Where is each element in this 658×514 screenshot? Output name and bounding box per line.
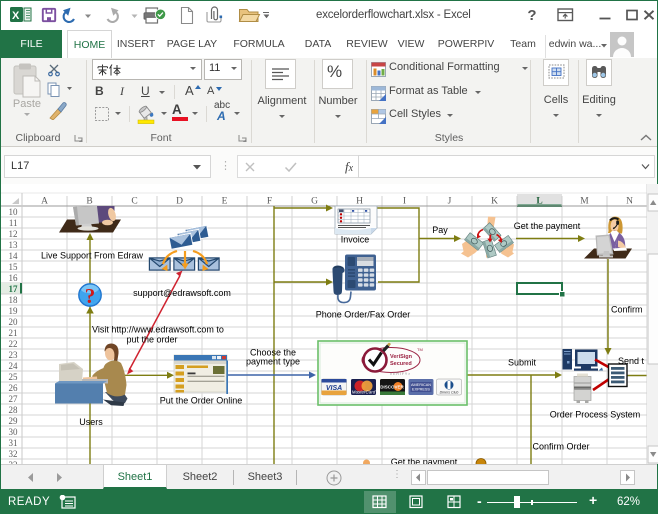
svg-text:TM: TM bbox=[417, 347, 423, 352]
svg-text:Send t: Send t bbox=[618, 356, 645, 366]
svg-text:Confirm: Confirm bbox=[611, 305, 643, 315]
svg-text:X: X bbox=[12, 10, 20, 22]
svg-text:C: C bbox=[131, 197, 137, 207]
svg-text:MasterCard: MasterCard bbox=[352, 390, 376, 395]
svg-text:support@edrawsoft.com: support@edrawsoft.com bbox=[133, 288, 231, 298]
svg-text:D: D bbox=[176, 197, 183, 207]
svg-text:31: 31 bbox=[9, 438, 18, 448]
svg-text:I: I bbox=[403, 197, 406, 207]
svg-text:Get the payment: Get the payment bbox=[391, 457, 458, 464]
svg-text:put the order: put the order bbox=[126, 335, 177, 345]
svg-text:12: 12 bbox=[9, 229, 18, 239]
svg-text:EXPRESS: EXPRESS bbox=[412, 388, 430, 392]
svg-text:26: 26 bbox=[9, 383, 19, 393]
svg-text:Confirm Order: Confirm Order bbox=[532, 442, 589, 452]
svg-text:VeriSign: VeriSign bbox=[390, 354, 413, 360]
svg-text:22: 22 bbox=[9, 339, 18, 349]
svg-text:AMERICAN: AMERICAN bbox=[411, 383, 431, 387]
svg-text:Phone Order/Fax Order: Phone Order/Fax Order bbox=[316, 310, 411, 320]
svg-text:Secured: Secured bbox=[390, 361, 412, 367]
svg-text:A: A bbox=[41, 197, 48, 207]
svg-text:Visit http://www.edrawsoft.com: Visit http://www.edrawsoft.com to bbox=[92, 325, 224, 335]
svg-text:Put the Order Online: Put the Order Online bbox=[160, 396, 243, 406]
svg-text:B: B bbox=[86, 197, 92, 207]
svg-text:DISCOVER: DISCOVER bbox=[380, 385, 404, 390]
svg-text:20: 20 bbox=[9, 317, 19, 327]
svg-text:Order Process System: Order Process System bbox=[550, 410, 641, 420]
svg-text:16: 16 bbox=[9, 273, 19, 283]
svg-text:?: ? bbox=[85, 284, 96, 308]
svg-text:13: 13 bbox=[9, 240, 19, 250]
svg-text:32: 32 bbox=[9, 449, 18, 459]
svg-text:E: E bbox=[222, 197, 228, 207]
svg-text:15: 15 bbox=[9, 262, 19, 272]
svg-text:Get the payment: Get the payment bbox=[514, 221, 581, 231]
svg-text:29: 29 bbox=[9, 416, 19, 426]
svg-text:10: 10 bbox=[9, 207, 19, 217]
svg-text:G: G bbox=[311, 197, 318, 207]
svg-text:Users: Users bbox=[79, 417, 103, 427]
svg-text:Live Support From Edraw: Live Support From Edraw bbox=[41, 251, 144, 261]
svg-text:28: 28 bbox=[9, 405, 19, 415]
svg-text:30: 30 bbox=[9, 427, 19, 437]
svg-text:L: L bbox=[536, 197, 542, 207]
svg-text:21: 21 bbox=[9, 328, 18, 338]
svg-text:24: 24 bbox=[9, 361, 19, 371]
svg-text:25: 25 bbox=[9, 372, 19, 382]
svg-text:19: 19 bbox=[9, 306, 19, 316]
svg-text:Submit: Submit bbox=[508, 358, 537, 368]
svg-text:K: K bbox=[491, 197, 498, 207]
svg-text:VISA: VISA bbox=[326, 385, 342, 392]
svg-text:Diners Club: Diners Club bbox=[440, 391, 459, 395]
svg-text:J: J bbox=[448, 197, 452, 207]
svg-text:27: 27 bbox=[9, 394, 19, 404]
svg-text:payment type: payment type bbox=[246, 357, 300, 367]
svg-text:23: 23 bbox=[9, 350, 19, 360]
svg-text:H: H bbox=[356, 197, 363, 207]
svg-text:M: M bbox=[580, 197, 589, 207]
svg-text:N: N bbox=[626, 197, 633, 207]
svg-text:18: 18 bbox=[9, 295, 19, 305]
svg-text:14: 14 bbox=[9, 251, 19, 261]
svg-text:F: F bbox=[267, 197, 272, 207]
svg-text:17: 17 bbox=[9, 284, 19, 294]
svg-text:V E R I F Y >: V E R I F Y > bbox=[390, 372, 410, 376]
svg-text:Pay: Pay bbox=[432, 225, 448, 235]
svg-text:Invoice: Invoice bbox=[341, 235, 370, 245]
svg-text:11: 11 bbox=[9, 218, 18, 228]
